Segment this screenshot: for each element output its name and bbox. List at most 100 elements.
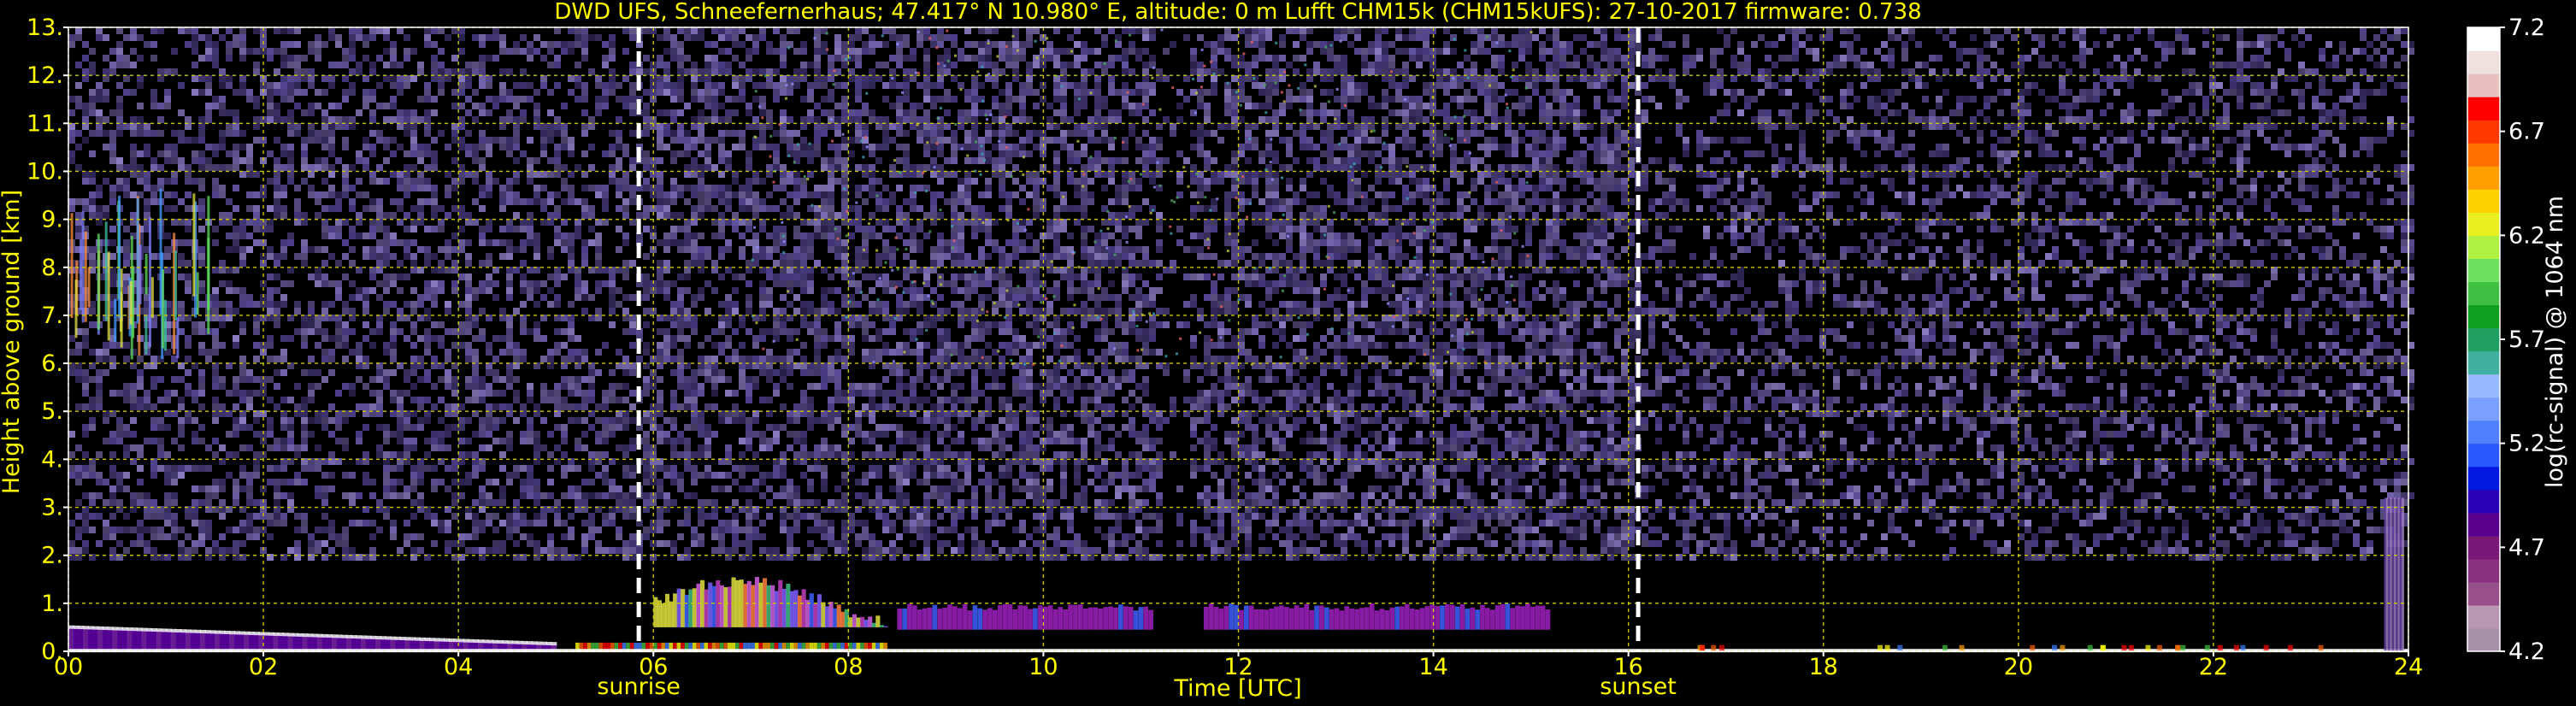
noise-cell (1094, 96, 1101, 103)
noise-cell (1388, 41, 1395, 48)
noise-cell (2319, 116, 2325, 123)
noise-cell (2353, 82, 2360, 89)
noise-cell (335, 41, 342, 48)
noise-cell (1546, 109, 1553, 116)
noise-cell (2072, 103, 2079, 109)
noise-cell (2237, 212, 2243, 219)
noise-cell (1546, 232, 1553, 239)
noise-cell (1539, 130, 1546, 137)
noise-cell (479, 185, 486, 191)
noise-cell (930, 130, 937, 137)
noise-cell (2243, 137, 2250, 144)
noise-cell (2243, 144, 2250, 150)
noise-cell (192, 34, 198, 41)
noise-cell (397, 239, 404, 246)
noise-cell (1279, 205, 1286, 212)
noise-cell (1525, 34, 1532, 41)
noise-cell (2367, 171, 2373, 178)
noise-cell (746, 191, 752, 198)
noise-cell (1505, 191, 1512, 198)
noise-cell (349, 164, 356, 171)
noise-cell (82, 75, 89, 82)
noise-cell (2100, 150, 2107, 157)
noise-cell (2086, 96, 2093, 103)
noise-cell (1901, 82, 1908, 89)
noise-cell (465, 82, 472, 89)
noise-cell (486, 82, 492, 89)
noise-cell (2223, 116, 2230, 123)
noise-cell (1046, 55, 1053, 62)
noise-cell (363, 144, 369, 150)
noise-cell (540, 75, 547, 82)
noise-cell (1546, 116, 1553, 123)
noise-cell (2120, 185, 2127, 191)
noise-cell (2216, 232, 2223, 239)
noise-cell (2298, 171, 2305, 178)
noise-cell (1642, 55, 1648, 62)
noise-cell (1806, 68, 1813, 75)
noise-cell (2237, 205, 2243, 212)
noise-cell (1724, 171, 1730, 178)
noise-cell (2059, 82, 2066, 89)
noise-cell (239, 41, 246, 48)
noise-cell (1252, 191, 1259, 198)
noise-cell (2339, 116, 2346, 123)
noise-cell (1518, 34, 1525, 41)
noise-cell (629, 68, 636, 75)
noise-cell (1409, 123, 1416, 130)
noise-cell (1074, 103, 1081, 109)
noise-cell (2086, 48, 2093, 55)
noise-cell (1217, 178, 1224, 185)
noise-cell (1888, 96, 1895, 103)
noise-cell (369, 130, 376, 137)
noise-cell (780, 212, 787, 219)
noise-cell (746, 103, 752, 109)
noise-cell (390, 116, 397, 123)
noise-cell (663, 130, 670, 137)
noise-cell (992, 27, 999, 34)
noise-cell (458, 89, 465, 96)
noise-cell (1272, 226, 1279, 232)
noise-cell (1341, 164, 1347, 171)
noise-cell (1005, 48, 1012, 55)
noise-cell (958, 123, 964, 130)
noise-cell (356, 68, 363, 75)
noise-cell (1942, 34, 1949, 41)
noise-cell (1204, 226, 1211, 232)
noise-cell (766, 109, 773, 116)
noise-cell (246, 171, 253, 178)
noise-cell (75, 232, 82, 239)
noise-cell (219, 103, 226, 109)
noise-cell (1423, 212, 1429, 219)
noise-cell (417, 144, 424, 150)
noise-cell (2367, 89, 2373, 96)
noise-cell (472, 157, 479, 164)
noise-cell (1443, 109, 1450, 116)
noise-cell (315, 191, 321, 198)
noise-cell (1190, 130, 1197, 137)
noise-cell (1765, 55, 1771, 62)
noise-cell (1854, 34, 1860, 41)
noise-cell (486, 96, 492, 103)
noise-cell (1320, 109, 1327, 116)
noise-cell (1614, 226, 1621, 232)
noise-cell (342, 75, 349, 82)
noise-cell (746, 205, 752, 212)
noise-cell (1566, 157, 1573, 164)
noise-cell (547, 198, 554, 205)
noise-cell (397, 123, 404, 130)
noise-cell (2086, 178, 2093, 185)
noise-cell (807, 171, 814, 178)
noise-cell (1471, 96, 1477, 103)
noise-cell (1026, 150, 1033, 157)
noise-cell (1676, 103, 1683, 109)
noise-cell (1546, 185, 1553, 191)
noise-cell (992, 62, 999, 68)
noise-cell (1532, 34, 1539, 41)
noise-cell (554, 191, 561, 198)
noise-cell (1642, 82, 1648, 89)
noise-cell (219, 185, 226, 191)
noise-cell (2031, 34, 2038, 41)
noise-cell (752, 123, 759, 130)
noise-cell (150, 185, 157, 191)
